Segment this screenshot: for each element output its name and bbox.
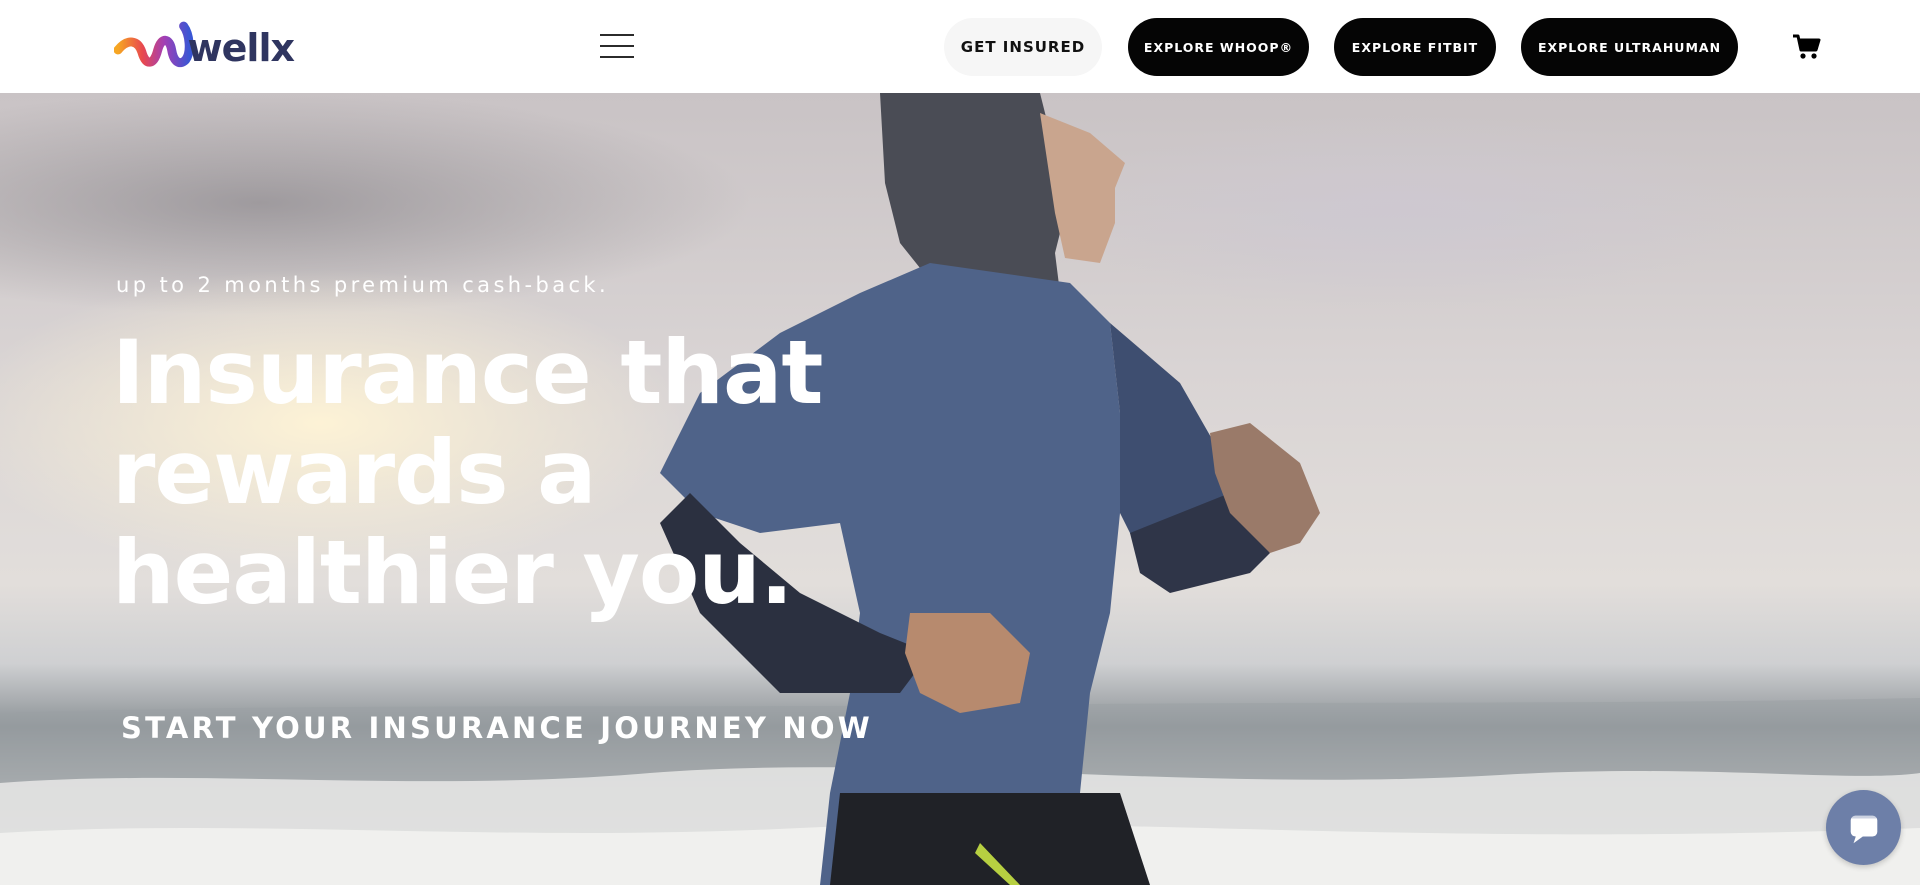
explore-whoop-button[interactable]: EXPLORE WHOOP® <box>1128 18 1309 76</box>
chat-bubble-icon <box>1850 815 1877 843</box>
start-insurance-journey-link[interactable]: START YOUR INSURANCE JOURNEY NOW <box>121 711 873 745</box>
wellx-logo-mark-icon <box>114 21 194 68</box>
hamburger-menu-icon[interactable] <box>600 34 636 60</box>
explore-fitbit-button[interactable]: EXPLORE FITBIT <box>1334 18 1496 76</box>
hero-heading-line: healthier you. <box>112 521 793 624</box>
logo-wordmark: wellx <box>187 26 295 70</box>
get-insured-button[interactable]: GET INSURED <box>944 18 1102 76</box>
hero-heading-line: Insurance that <box>112 321 824 424</box>
menu-line <box>600 34 634 36</box>
hero-section: up to 2 months premium cash-back. Insura… <box>0 93 1920 885</box>
wellx-logo[interactable]: wellx <box>114 20 295 72</box>
menu-line <box>600 56 634 58</box>
hero-heading: Insurance that rewards a healthier you. <box>112 323 832 623</box>
explore-ultrahuman-button[interactable]: EXPLORE ULTRAHUMAN <box>1521 18 1738 76</box>
shopping-cart-icon[interactable] <box>1792 32 1822 62</box>
menu-line <box>600 45 634 47</box>
hero-heading-line: rewards a <box>112 421 597 524</box>
chat-widget-button[interactable] <box>1826 790 1901 865</box>
site-header: wellx GET INSURED EXPLORE WHOOP® EXPLORE… <box>0 0 1920 93</box>
hero-tagline: up to 2 months premium cash-back. <box>116 273 610 297</box>
